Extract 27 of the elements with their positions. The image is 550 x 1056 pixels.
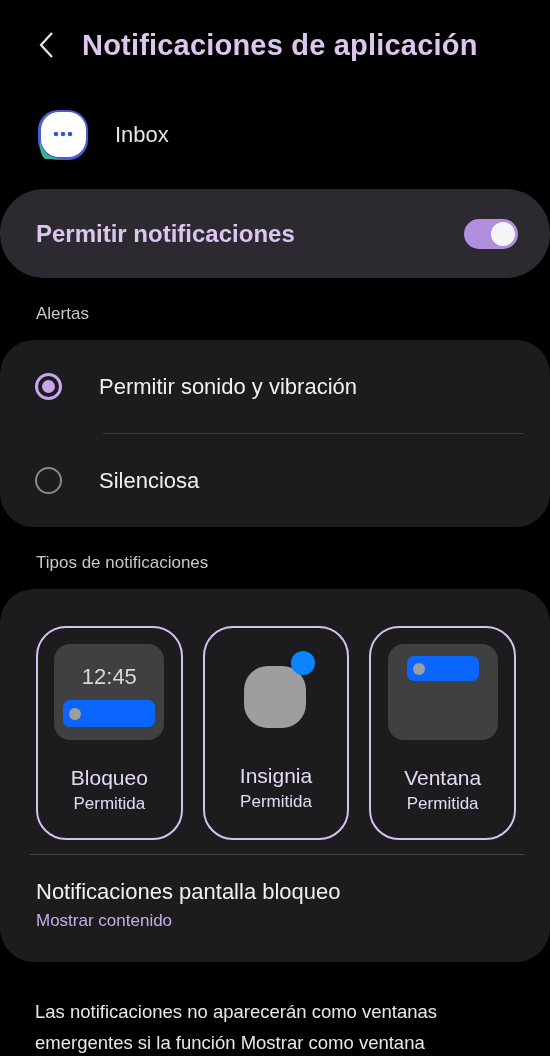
tile-label: Insignia	[239, 764, 313, 788]
lock-screen-setting[interactable]: Notificaciones pantalla bloqueo Mostrar contenido	[0, 855, 550, 931]
tile-label: Ventana	[404, 766, 482, 790]
option-label[interactable]: Silenciosa	[99, 467, 200, 494]
app-icon	[37, 109, 89, 161]
section-heading: Tipos de notificaciones	[35, 552, 210, 574]
tile-status: Permitida	[240, 792, 312, 812]
row-label: Permitir notificaciones	[36, 219, 295, 248]
option-label[interactable]: Permitir sonido y vibración	[99, 373, 357, 400]
preview-time: 12:45	[81, 664, 137, 690]
page-title: Notificaciones de aplicación	[82, 28, 478, 62]
notification-type-tile[interactable]: Ventana Permitida	[369, 626, 516, 840]
radio-button[interactable]	[35, 467, 62, 494]
info-text: Las notificaciones no aparecerán como ventanas emergentes si la función Mostrar como ventana	[35, 1000, 439, 1055]
notification-type-tile[interactable]: 12:45 Bloqueo Permitida	[36, 626, 183, 840]
setting-value: Mostrar contenido	[36, 911, 174, 931]
tile-status: Permitida	[73, 794, 146, 814]
back-icon[interactable]	[38, 31, 54, 59]
allow-notifications-row[interactable]: Permitir notificaciones	[0, 189, 550, 278]
tile-status: Permitida	[406, 794, 479, 814]
toggle-switch[interactable]	[464, 218, 518, 249]
tile-label: Bloqueo	[70, 766, 148, 790]
setting-title: Notificaciones pantalla bloqueo	[36, 879, 342, 905]
section-heading: Alertas	[35, 303, 90, 325]
radio-button[interactable]	[35, 373, 62, 400]
app-name: Inbox	[115, 122, 169, 148]
notification-type-tile[interactable]: Insignia Permitida	[202, 626, 350, 840]
